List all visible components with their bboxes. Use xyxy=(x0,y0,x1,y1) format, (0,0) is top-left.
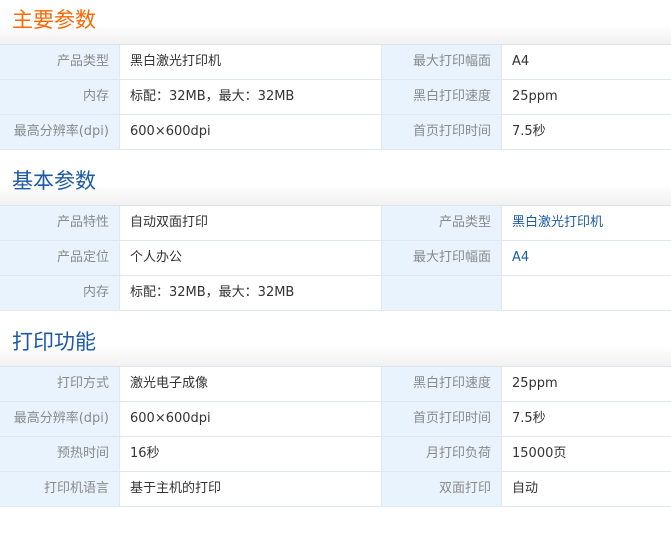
section-header: 打印功能 xyxy=(0,322,671,367)
table-row: 打印机语言 基于主机的打印 双面打印 自动 xyxy=(0,472,671,507)
spec-value: 25ppm xyxy=(502,367,671,401)
table-row: 产品类型 黑白激光打印机 最大打印幅面 A4 xyxy=(0,45,671,80)
spec-label: 首页打印时间 xyxy=(382,402,502,436)
spec-label: 预热时间 xyxy=(0,437,120,471)
spec-value: 7.5秒 xyxy=(502,115,671,149)
spec-label: 最高分辨率(dpi) xyxy=(0,115,120,149)
section-title: 主要参数 xyxy=(12,8,96,32)
section-header: 基本参数 xyxy=(0,161,671,206)
spec-value: A4 xyxy=(502,45,671,79)
section-main-params: 主要参数 产品类型 黑白激光打印机 最大打印幅面 A4 内存 标配：32MB，最… xyxy=(0,0,671,150)
spec-value-link[interactable]: 黑白激光打印机 xyxy=(502,206,671,240)
table-row: 产品定位 个人办公 最大打印幅面 A4 xyxy=(0,241,671,276)
section-gap xyxy=(0,150,671,161)
section-basic-params: 基本参数 产品特性 自动双面打印 产品类型 黑白激光打印机 产品定位 个人办公 … xyxy=(0,161,671,311)
spec-label: 内存 xyxy=(0,80,120,114)
section-title: 打印功能 xyxy=(12,330,96,354)
spec-label: 最大打印幅面 xyxy=(382,241,502,275)
table-row: 产品特性 自动双面打印 产品类型 黑白激光打印机 xyxy=(0,206,671,241)
spec-label: 最高分辨率(dpi) xyxy=(0,402,120,436)
spec-label: 黑白打印速度 xyxy=(382,80,502,114)
section-gap xyxy=(0,311,671,322)
section-header: 主要参数 xyxy=(0,0,671,45)
spec-value: 激光电子成像 xyxy=(120,367,382,401)
spec-label: 产品类型 xyxy=(382,206,502,240)
spec-value: 标配：32MB，最大：32MB xyxy=(120,276,382,310)
spec-value: 个人办公 xyxy=(120,241,382,275)
spec-value: 25ppm xyxy=(502,80,671,114)
spec-label-empty xyxy=(382,276,502,310)
table-row: 最高分辨率(dpi) 600×600dpi 首页打印时间 7.5秒 xyxy=(0,402,671,437)
section-title: 基本参数 xyxy=(12,169,96,193)
table-row: 内存 标配：32MB，最大：32MB 黑白打印速度 25ppm xyxy=(0,80,671,115)
spec-label: 产品类型 xyxy=(0,45,120,79)
spec-label: 首页打印时间 xyxy=(382,115,502,149)
spec-value: 自动 xyxy=(502,472,671,506)
table-row: 打印方式 激光电子成像 黑白打印速度 25ppm xyxy=(0,367,671,402)
section-print-functions: 打印功能 打印方式 激光电子成像 黑白打印速度 25ppm 最高分辨率(dpi)… xyxy=(0,322,671,507)
spec-value: 标配：32MB，最大：32MB xyxy=(120,80,382,114)
spec-value: 基于主机的打印 xyxy=(120,472,382,506)
spec-label: 月打印负荷 xyxy=(382,437,502,471)
table-row: 最高分辨率(dpi) 600×600dpi 首页打印时间 7.5秒 xyxy=(0,115,671,150)
spec-value: 600×600dpi xyxy=(120,115,382,149)
spec-value: 自动双面打印 xyxy=(120,206,382,240)
spec-value: 16秒 xyxy=(120,437,382,471)
spec-label: 最大打印幅面 xyxy=(382,45,502,79)
spec-label: 产品定位 xyxy=(0,241,120,275)
table-row: 预热时间 16秒 月打印负荷 15000页 xyxy=(0,437,671,472)
spec-label: 黑白打印速度 xyxy=(382,367,502,401)
spec-label: 打印方式 xyxy=(0,367,120,401)
spec-value: 600×600dpi xyxy=(120,402,382,436)
spec-label: 打印机语言 xyxy=(0,472,120,506)
spec-label: 产品特性 xyxy=(0,206,120,240)
spec-label: 内存 xyxy=(0,276,120,310)
spec-value-empty xyxy=(502,276,671,310)
spec-value: 黑白激光打印机 xyxy=(120,45,382,79)
spec-value: 15000页 xyxy=(502,437,671,471)
spec-value: 7.5秒 xyxy=(502,402,671,436)
spec-value-link[interactable]: A4 xyxy=(502,241,671,275)
table-row: 内存 标配：32MB，最大：32MB xyxy=(0,276,671,311)
spec-label: 双面打印 xyxy=(382,472,502,506)
